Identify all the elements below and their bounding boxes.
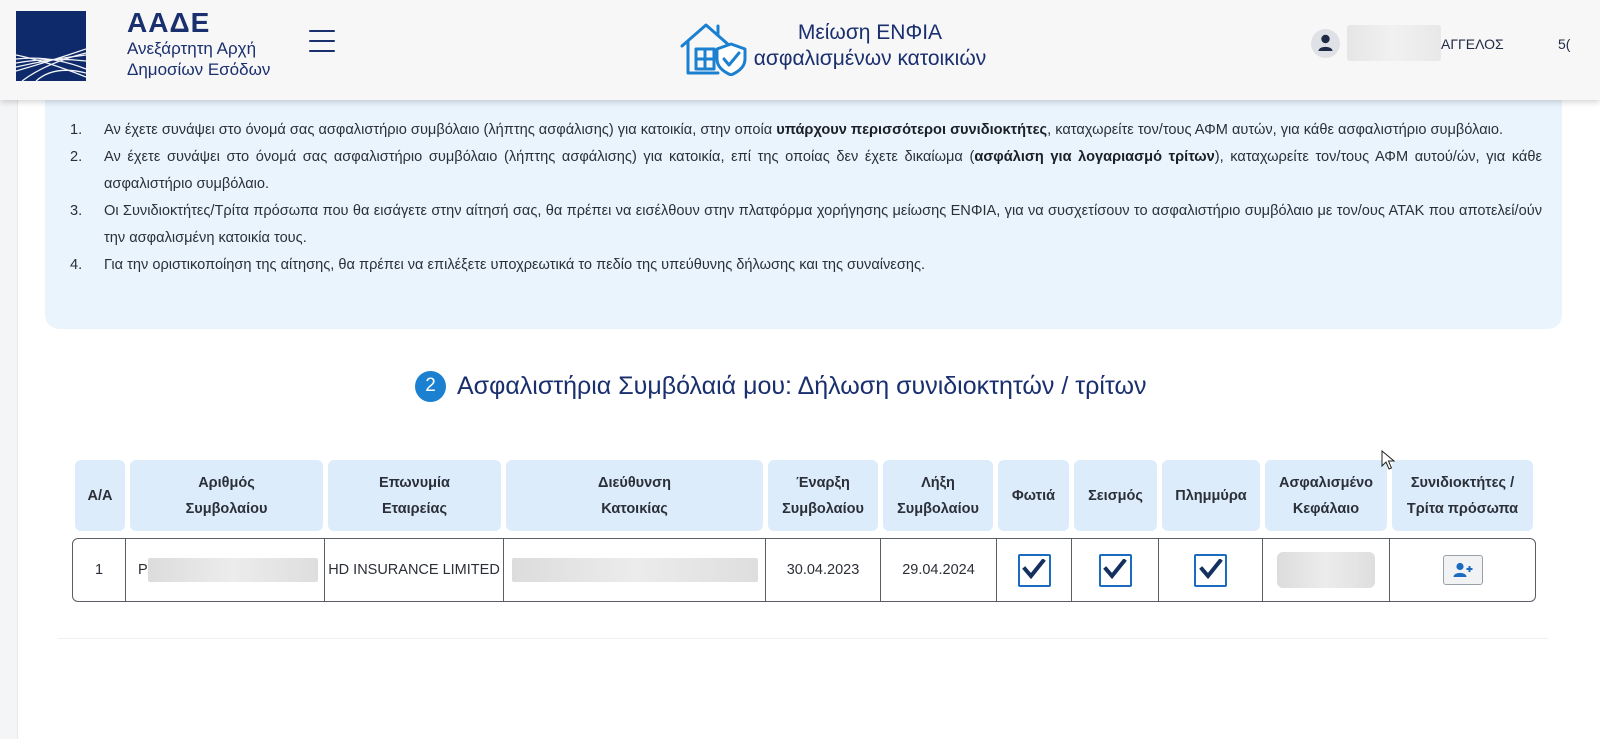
add-co-owner-button[interactable] <box>1442 555 1483 585</box>
cell-earthquake <box>1072 538 1158 602</box>
instructions-list: 1. Αν έχετε συνάψει στο όνομά σας ασφαλισ… <box>70 117 1542 279</box>
menu-icon[interactable] <box>309 30 336 56</box>
section-divider <box>58 638 1548 639</box>
check-icon <box>1022 559 1046 580</box>
cell-company: HD INSURANCE LIMITED <box>328 562 500 578</box>
app-title: Μείωση ΕΝΦΙΑ ασφαλισμένων κατοικιών <box>748 20 992 72</box>
aade-logo-icon[interactable] <box>16 11 86 81</box>
column-header-index: Α/Α <box>75 460 125 531</box>
step-number-badge: 2 <box>415 370 446 402</box>
left-gutter <box>0 0 18 739</box>
column-header-start-date: Έναρξη Συμβολαίου <box>768 460 878 531</box>
fire-checkbox[interactable] <box>1017 553 1051 587</box>
check-icon <box>1198 559 1223 580</box>
check-icon <box>1103 559 1127 580</box>
cell-index: 1 <box>94 562 104 578</box>
instruction-item: 2. Αν έχετε συνάψει στο όνομά σας ασφαλισ… <box>70 149 1542 192</box>
address-redacted <box>511 558 758 582</box>
insured-capital-redacted <box>1277 552 1375 588</box>
user-plus-icon <box>1453 562 1472 577</box>
user-name[interactable]: ΑΓΓΕΛΟΣ <box>1441 36 1504 52</box>
instruction-item: 4. Για την οριστικοποίηση της αίτησης, θα… <box>70 257 926 273</box>
cell-co-owners <box>1390 538 1535 602</box>
instruction-item: 3. Οι Συνιδιοκτήτες/Τρίτα πρόσωπα που θα … <box>70 203 1542 246</box>
contract-number-prefix: P <box>138 562 148 578</box>
logo-title: ΑΑΔΕ <box>127 7 211 38</box>
app-title-line1: Μείωση ΕΝΦΙΑ <box>797 21 943 44</box>
cell-contract-number: P <box>126 538 324 602</box>
logo-subtitle-line2: Δημοσίων Εσόδων <box>127 60 271 79</box>
user-extra-text: 5( <box>1558 36 1571 52</box>
user-avatar-icon[interactable] <box>1311 29 1340 58</box>
cell-end-date: 29.04.2024 <box>902 562 975 578</box>
cell-flood <box>1159 538 1262 602</box>
logo-text: ΑΑΔΕ Ανεξάρτητη Αρχή Δημοσίων Εσόδων <box>127 8 270 80</box>
section-heading: Ασφαλιστήρια Συμβόλαιά μου: Δήλωση συνιδ… <box>457 371 1147 400</box>
column-header-fire: Φωτιά <box>998 460 1069 531</box>
user-redacted-field <box>1347 25 1441 61</box>
earthquake-checkbox[interactable] <box>1098 553 1132 587</box>
column-header-contract-number: Αριθμός Συμβολαίου <box>130 460 323 531</box>
column-header-address: Διεύθυνση Κατοικίας <box>506 460 763 531</box>
contract-number-redacted <box>147 558 318 582</box>
cell-fire <box>997 538 1071 602</box>
column-header-co-owners: Συνιδιοκτήτες / Τρίτα πρόσωπα <box>1392 460 1533 531</box>
insured-house-icon <box>678 20 748 77</box>
logo-subtitle-line1: Ανεξάρτητη Αρχή <box>127 39 257 58</box>
cell-address <box>504 538 765 602</box>
column-header-company: Επωνυμία Εταιρείας <box>328 460 501 531</box>
cell-start-date: 30.04.2023 <box>786 562 860 578</box>
section-title: 2 Ασφαλιστήρια Συμβόλαιά μου: Δήλωση συν… <box>415 368 1146 404</box>
top-header: ΑΑΔΕ Ανεξάρτητη Αρχή Δημοσίων Εσόδων Μεί… <box>0 0 1600 100</box>
instruction-item: 1. Αν έχετε συνάψει στο όνομά σας ασφαλισ… <box>70 122 1504 138</box>
mouse-cursor-icon <box>1381 450 1395 470</box>
cell-insured-capital <box>1263 538 1389 602</box>
column-header-flood: Πλημμύρα <box>1162 460 1260 531</box>
column-header-insured-capital: Ασφαλισμένο Κεφάλαιο <box>1265 460 1387 531</box>
column-header-earthquake: Σεισμός <box>1074 460 1157 531</box>
column-header-end-date: Λήξη Συμβολαίου <box>883 460 993 531</box>
flood-checkbox[interactable] <box>1194 553 1227 587</box>
app-title-line2: ασφαλισμένων κατοικιών <box>753 47 987 70</box>
